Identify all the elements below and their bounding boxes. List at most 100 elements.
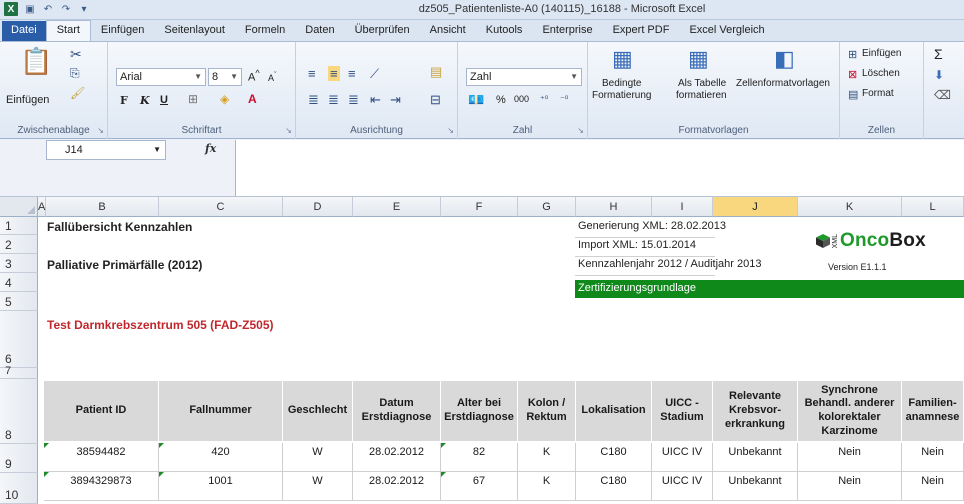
tab-seitenlayout[interactable]: Seitenlayout <box>154 21 235 41</box>
tab-start[interactable]: Start <box>45 20 91 41</box>
table-cell[interactable]: 28.02.2012 <box>353 472 441 501</box>
delete-cells-button[interactable]: Löschen <box>862 68 900 79</box>
decrease-decimal-icon[interactable]: ⁻⁰ <box>560 94 568 105</box>
cell-styles-button[interactable]: Zellenformatvorlagen <box>736 78 830 89</box>
table-cell[interactable]: 1001 <box>159 472 283 501</box>
insert-cells-icon[interactable]: ⊞ <box>848 48 857 61</box>
format-cells-icon[interactable]: ▤ <box>848 88 858 101</box>
tab-ueberpruefen[interactable]: Überprüfen <box>345 21 420 41</box>
table-header-cell[interactable]: Relevante Krebsvor-erkrankung <box>713 381 798 443</box>
table-header-cell[interactable]: Lokalisation <box>576 381 652 443</box>
copy-icon[interactable]: ⎘ <box>70 66 80 81</box>
currency-icon[interactable]: 💶 <box>468 92 484 108</box>
table-cell[interactable]: 3894329873 <box>44 472 159 501</box>
row-header-6[interactable]: 6 <box>0 311 38 368</box>
row-header-5[interactable]: 5 <box>0 292 38 311</box>
insert-cells-button[interactable]: Einfügen <box>862 48 901 59</box>
decrease-indent-icon[interactable]: ⇤ <box>370 92 381 108</box>
thousands-button[interactable]: 000 <box>514 94 529 104</box>
font-color-icon[interactable]: A <box>248 92 257 106</box>
table-cell[interactable]: Nein <box>798 443 902 472</box>
table-cell[interactable]: W <box>283 472 353 501</box>
paste-button[interactable]: Einfügen <box>6 94 49 106</box>
tab-kutools[interactable]: Kutools <box>476 21 533 41</box>
row-header-7[interactable]: 7 <box>0 365 38 379</box>
cut-icon[interactable]: ✂ <box>70 46 82 63</box>
row-header-9[interactable]: 9 <box>0 444 38 473</box>
conditional-format-button[interactable]: Bedingte <box>602 78 641 89</box>
tab-einfuegen[interactable]: Einfügen <box>91 21 154 41</box>
column-header-c[interactable]: C <box>159 197 283 217</box>
table-header-cell[interactable]: Familien-anamnese <box>902 381 964 443</box>
increase-indent-icon[interactable]: ⇥ <box>390 92 401 108</box>
underline-button[interactable]: U <box>160 94 168 106</box>
fill-color-icon[interactable]: ◈ <box>220 92 229 106</box>
orientation-icon[interactable]: ⟋ <box>370 66 379 82</box>
select-all-corner[interactable] <box>0 197 38 217</box>
grow-font-icon[interactable]: A^ <box>248 68 260 84</box>
table-header-cell[interactable]: Kolon / Rektum <box>518 381 576 443</box>
column-header-j[interactable]: J <box>713 197 798 217</box>
tab-datei[interactable]: Datei <box>2 21 46 41</box>
formula-input[interactable] <box>235 140 964 196</box>
font-name-combo[interactable]: Arial ▼ <box>116 68 206 86</box>
table-cell[interactable]: Nein <box>902 443 964 472</box>
number-launcher-icon[interactable]: ↘ <box>577 126 584 135</box>
row-header-3[interactable]: 3 <box>0 254 38 273</box>
tab-ansicht[interactable]: Ansicht <box>420 21 476 41</box>
table-cell[interactable]: UICC IV <box>652 443 713 472</box>
table-cell[interactable]: 67 <box>441 472 518 501</box>
delete-cells-icon[interactable]: ⊠ <box>848 68 857 81</box>
table-header-cell[interactable]: Datum Erstdiagnose <box>353 381 441 443</box>
conditional-format-button-line2[interactable]: Formatierung <box>592 90 651 101</box>
table-header-cell[interactable]: Patient ID <box>44 381 159 443</box>
format-cells-button[interactable]: Format <box>862 88 894 99</box>
table-cell[interactable]: Unbekannt <box>713 472 798 501</box>
column-header-b[interactable]: B <box>46 197 159 217</box>
table-cell[interactable]: K <box>518 443 576 472</box>
column-header-i[interactable]: I <box>652 197 713 217</box>
column-header-h[interactable]: H <box>576 197 652 217</box>
table-header-cell[interactable]: Synchrone Behandl. anderer kolorektaler … <box>798 381 902 443</box>
column-header-k[interactable]: K <box>798 197 902 217</box>
align-right-icon[interactable]: ≣ <box>348 92 359 108</box>
row-header-1[interactable]: 1 <box>0 217 38 235</box>
clear-icon[interactable]: ⌫ <box>934 88 951 102</box>
alignment-launcher-icon[interactable]: ↘ <box>447 126 454 135</box>
format-as-table-icon[interactable]: ▦ <box>688 46 709 72</box>
table-cell[interactable]: Unbekannt <box>713 443 798 472</box>
row-header-4[interactable]: 4 <box>0 273 38 292</box>
column-header-l[interactable]: L <box>902 197 964 217</box>
insert-function-icon[interactable]: fx <box>205 142 216 155</box>
column-header-e[interactable]: E <box>353 197 441 217</box>
column-header-d[interactable]: D <box>283 197 353 217</box>
row-header-2[interactable]: 2 <box>0 235 38 254</box>
border-icon[interactable]: ⊞ <box>188 92 198 106</box>
align-bottom-icon[interactable]: ≡ <box>348 66 356 81</box>
column-header-a[interactable]: A <box>38 197 46 217</box>
table-header-cell[interactable]: Alter bei Erstdiagnose <box>441 381 518 443</box>
format-as-table-button[interactable]: Als Tabelle <box>678 78 726 89</box>
table-cell[interactable]: C180 <box>576 443 652 472</box>
name-box[interactable]: J14 ▼ <box>46 140 166 160</box>
wrap-text-icon[interactable]: ▤ <box>430 64 442 80</box>
increase-decimal-icon[interactable]: ⁺⁰ <box>540 94 548 105</box>
table-cell[interactable]: 420 <box>159 443 283 472</box>
row-header-8[interactable]: 8 <box>0 379 38 444</box>
table-cell[interactable]: UICC IV <box>652 472 713 501</box>
table-header-cell[interactable]: Geschlecht <box>283 381 353 443</box>
percent-button[interactable]: % <box>496 94 506 106</box>
font-size-combo[interactable]: 8 ▼ <box>208 68 242 86</box>
table-cell[interactable]: W <box>283 443 353 472</box>
conditional-format-icon[interactable]: ▦ <box>612 46 633 72</box>
align-center-icon[interactable]: ≣ <box>328 92 339 108</box>
align-left-icon[interactable]: ≣ <box>308 92 319 108</box>
column-header-g[interactable]: G <box>518 197 576 217</box>
table-cell[interactable]: Nein <box>902 472 964 501</box>
table-header-cell[interactable]: UICC - Stadium <box>652 381 713 443</box>
table-header-cell[interactable]: Fallnummer <box>159 381 283 443</box>
tab-formeln[interactable]: Formeln <box>235 21 295 41</box>
shrink-font-icon[interactable]: Aˇ <box>268 70 277 83</box>
table-cell[interactable]: C180 <box>576 472 652 501</box>
font-launcher-icon[interactable]: ↘ <box>285 126 292 135</box>
